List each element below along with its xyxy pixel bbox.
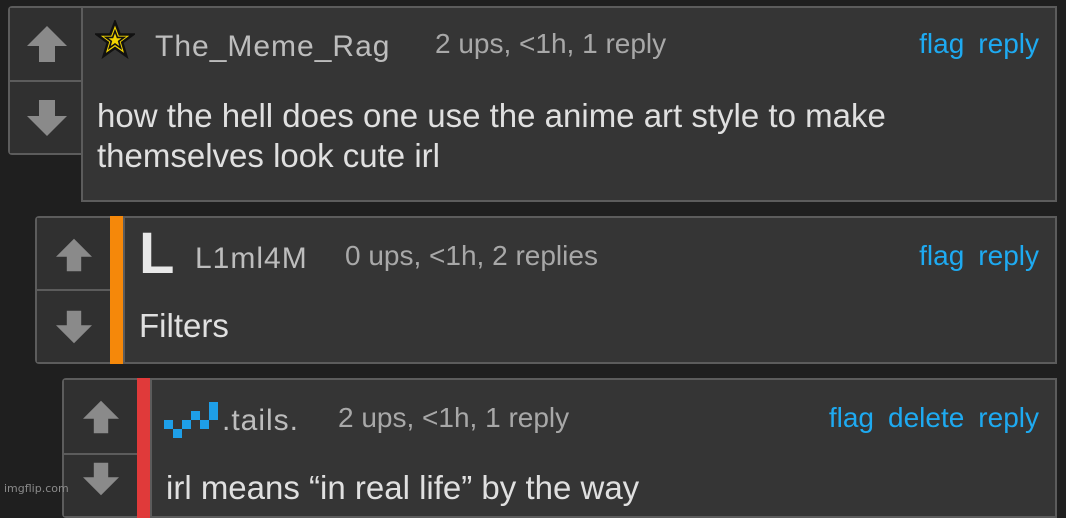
comment-text: irl means “in real life” by the way — [166, 469, 640, 506]
username[interactable]: The_Meme_Rag — [155, 30, 390, 64]
comment-1: The_Meme_Rag 2 ups, <1h, 1 reply flag re… — [8, 6, 1057, 202]
comment-body: The_Meme_Rag 2 ups, <1h, 1 reply flag re… — [81, 6, 1057, 202]
upvote-button[interactable] — [10, 8, 83, 80]
down-arrow-icon — [82, 462, 119, 496]
up-arrow-icon — [26, 26, 67, 62]
letter-avatar: L — [139, 221, 175, 286]
flag-link[interactable]: flag — [919, 240, 964, 272]
down-arrow-icon — [55, 310, 92, 343]
comment-meta: 2 ups, <1h, 1 reply — [338, 402, 570, 433]
comment-actions: flag reply — [919, 28, 1039, 60]
downvote-button[interactable] — [64, 453, 137, 516]
blue-pixel-squiggle-icon — [164, 402, 218, 438]
reply-link[interactable]: reply — [978, 240, 1039, 272]
downvote-button[interactable] — [10, 80, 83, 153]
comment-3: .tails. 2 ups, <1h, 1 reply flag delete … — [62, 378, 1057, 518]
up-arrow-icon — [82, 400, 119, 433]
comment-actions: flag reply — [919, 240, 1039, 272]
username[interactable]: .tails. — [222, 404, 299, 438]
flag-link[interactable]: flag — [919, 28, 964, 60]
flag-link[interactable]: flag — [829, 402, 874, 434]
downvote-button[interactable] — [37, 289, 110, 362]
reply-link[interactable]: reply — [978, 28, 1039, 60]
comment-2: L L1ml4M 0 ups, <1h, 2 replies flag repl… — [35, 216, 1057, 364]
gold-star-icon — [95, 20, 135, 60]
upvote-button[interactable] — [37, 218, 110, 291]
comment-meta: 2 ups, <1h, 1 reply — [435, 28, 667, 59]
comment-actions: flag delete reply — [829, 402, 1039, 434]
comment-body: .tails. 2 ups, <1h, 1 reply flag delete … — [150, 378, 1057, 518]
comment-text: Filters — [139, 307, 229, 344]
watermark: imgflip.com — [4, 482, 69, 495]
comment-text: how the hell does one use the anime art … — [97, 97, 886, 174]
vote-panel — [35, 216, 110, 364]
thread-color-stripe — [110, 216, 123, 364]
comment-body: L L1ml4M 0 ups, <1h, 2 replies flag repl… — [123, 216, 1057, 364]
reply-link[interactable]: reply — [978, 402, 1039, 434]
upvote-button[interactable] — [64, 380, 137, 453]
delete-link[interactable]: delete — [888, 402, 964, 434]
comment-header: .tails. 2 ups, <1h, 1 reply flag delete … — [152, 380, 1055, 452]
up-arrow-icon — [55, 238, 92, 271]
username[interactable]: L1ml4M — [195, 242, 308, 276]
vote-panel — [8, 6, 83, 155]
thread-color-stripe — [137, 378, 150, 518]
down-arrow-icon — [26, 99, 67, 136]
comment-header: The_Meme_Rag 2 ups, <1h, 1 reply flag re… — [83, 8, 1055, 80]
comment-header: L L1ml4M 0 ups, <1h, 2 replies flag repl… — [125, 218, 1055, 290]
comment-meta: 0 ups, <1h, 2 replies — [345, 240, 598, 271]
vote-panel — [62, 378, 137, 518]
